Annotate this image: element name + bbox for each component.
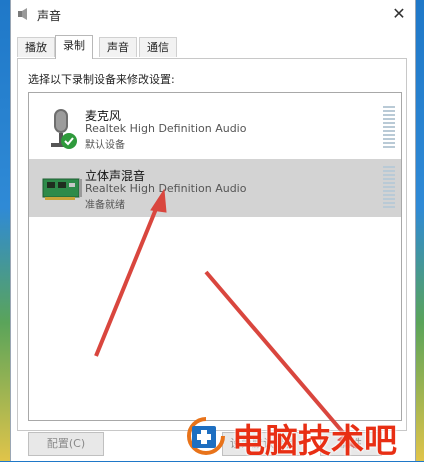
- tab-sounds[interactable]: 声音: [99, 37, 137, 57]
- tab-strip: 播放 录制 声音 通信: [17, 35, 424, 59]
- level-meter: [383, 106, 395, 150]
- list-item-microphone[interactable]: 麦克风 Realtek High Definition Audio 默认设备: [29, 99, 401, 157]
- list-item-stereo-mix[interactable]: 立体声混音 Realtek High Definition Audio 准备就绪: [29, 159, 401, 217]
- level-meter: [383, 166, 395, 210]
- recording-device-list[interactable]: 麦克风 Realtek High Definition Audio 默认设备 立…: [28, 92, 402, 421]
- device-driver: Realtek High Definition Audio: [85, 182, 247, 195]
- sound-card-icon: [42, 178, 82, 200]
- tab-recording[interactable]: 录制: [55, 35, 93, 59]
- configure-button[interactable]: 配置(C): [28, 432, 104, 456]
- default-check-badge: [61, 133, 77, 149]
- watermark-text: 电脑技术吧: [232, 421, 397, 460]
- device-driver: Realtek High Definition Audio: [85, 122, 247, 135]
- close-icon[interactable]: ✕: [389, 4, 409, 24]
- watermark: 电脑技术吧: [186, 412, 422, 460]
- device-status: 默认设备: [85, 140, 125, 151]
- instruction-text: 选择以下录制设备来修改设置:: [28, 73, 175, 86]
- speaker-icon: [18, 8, 27, 20]
- title-bar[interactable]: 声音 ✕: [11, 0, 415, 28]
- watermark-logo-icon: [187, 417, 225, 455]
- window-title: 声音: [37, 9, 62, 23]
- tab-communications[interactable]: 通信: [139, 37, 177, 57]
- device-status: 准备就绪: [85, 200, 125, 211]
- tab-playback[interactable]: 播放: [17, 37, 55, 57]
- microphone-icon: [51, 109, 77, 149]
